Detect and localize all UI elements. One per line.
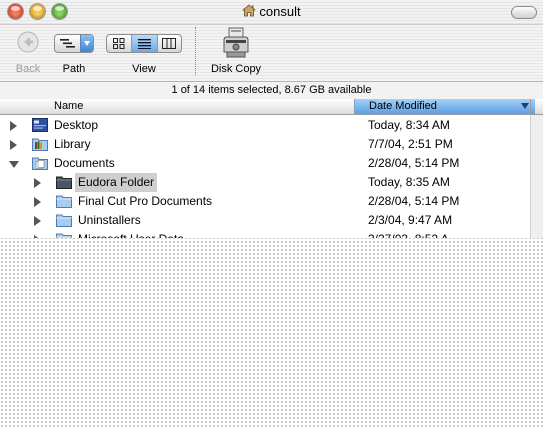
view-control: View bbox=[104, 25, 184, 81]
documents-folder-icon bbox=[32, 157, 48, 170]
disclosure-triangle-icon[interactable] bbox=[10, 121, 17, 131]
finder-window: consult Back Path View Disk Copy 1 of 14… bbox=[0, 0, 543, 238]
file-list: Desktop Today, 8:34 AM Library 7/7/04, 2… bbox=[0, 115, 530, 238]
title-bar[interactable]: consult bbox=[0, 0, 543, 25]
disclosure-triangle-icon[interactable] bbox=[34, 178, 41, 188]
item-date: 3/27/03, 8:52 A bbox=[368, 230, 449, 238]
item-date: 7/7/04, 2:51 PM bbox=[368, 137, 453, 151]
item-name: Microsoft User Data bbox=[78, 230, 184, 238]
back-button[interactable]: Back bbox=[8, 25, 48, 81]
path-popup[interactable] bbox=[54, 34, 94, 53]
column-view-icon bbox=[162, 38, 176, 49]
list-item-final-cut-pro-documents[interactable]: Final Cut Pro Documents 2/28/04, 5:14 PM bbox=[0, 192, 530, 211]
item-name: Uninstallers bbox=[78, 213, 141, 227]
list-item-microsoft-user-data[interactable]: Microsoft User Data 3/27/03, 8:52 A bbox=[0, 230, 530, 238]
disclosure-triangle-icon[interactable] bbox=[34, 235, 41, 238]
column-headers: Name Date Modified bbox=[0, 99, 543, 115]
folder-icon bbox=[56, 195, 72, 208]
back-label: Back bbox=[15, 63, 41, 75]
view-label: View bbox=[132, 63, 156, 75]
status-bar: 1 of 14 items selected, 8.67 GB availabl… bbox=[0, 81, 543, 100]
folder-icon bbox=[56, 233, 72, 238]
folder-icon bbox=[56, 214, 72, 227]
list-item-library[interactable]: Library 7/7/04, 2:51 PM bbox=[0, 135, 530, 154]
list-item-uninstallers[interactable]: Uninstallers 2/3/04, 9:47 AM bbox=[0, 211, 530, 230]
desktop-folder-icon bbox=[32, 118, 48, 132]
list-view-icon bbox=[138, 39, 151, 49]
date-modified-label: Date Modified bbox=[369, 100, 437, 112]
name-column-header[interactable]: Name bbox=[54, 100, 83, 112]
disk-copy-icon bbox=[223, 27, 249, 58]
toolbar: Back Path View Disk Copy bbox=[0, 25, 543, 81]
item-name: Desktop bbox=[54, 118, 99, 132]
vertical-scrollbar[interactable] bbox=[530, 115, 543, 238]
header-divider bbox=[530, 99, 531, 114]
disclosure-triangle-icon[interactable] bbox=[34, 216, 41, 226]
list-item-desktop[interactable]: Desktop Today, 8:34 AM bbox=[0, 116, 530, 135]
disk-copy-button[interactable]: Disk Copy bbox=[204, 25, 268, 81]
list-view-button[interactable] bbox=[131, 35, 158, 52]
item-name: Library bbox=[54, 137, 91, 151]
item-date: 2/28/04, 5:14 PM bbox=[368, 156, 460, 170]
library-folder-icon bbox=[32, 138, 48, 151]
list-item-eudora-folder[interactable]: Eudora Folder Today, 8:35 AM bbox=[0, 173, 530, 192]
back-arrow-icon bbox=[17, 31, 39, 53]
list-item-documents[interactable]: Documents 2/28/04, 5:14 PM bbox=[0, 154, 530, 173]
home-icon bbox=[242, 4, 257, 17]
item-date: 2/28/04, 5:14 PM bbox=[368, 194, 460, 208]
disclosure-triangle-open-icon[interactable] bbox=[9, 161, 19, 168]
window-title-group: consult bbox=[0, 4, 543, 19]
item-name: Documents bbox=[54, 156, 115, 170]
dark-folder-icon bbox=[56, 176, 72, 189]
window-title: consult bbox=[259, 4, 301, 19]
item-date: 2/3/04, 9:47 AM bbox=[368, 213, 453, 227]
icon-view-button[interactable] bbox=[107, 35, 131, 52]
disclosure-triangle-icon[interactable] bbox=[34, 197, 41, 207]
disk-copy-label: Disk Copy bbox=[210, 63, 262, 75]
item-name: Eudora Folder bbox=[75, 173, 158, 192]
date-modified-column-header[interactable]: Date Modified bbox=[354, 99, 535, 114]
item-date: Today, 8:34 AM bbox=[368, 118, 450, 132]
toolbar-divider bbox=[195, 27, 196, 75]
path-label: Path bbox=[62, 63, 86, 75]
path-list-icon bbox=[60, 39, 75, 48]
icon-view-icon bbox=[113, 38, 125, 49]
disclosure-triangle-icon[interactable] bbox=[10, 140, 17, 150]
column-view-button[interactable] bbox=[157, 35, 181, 52]
item-date: Today, 8:35 AM bbox=[368, 175, 450, 189]
item-name: Final Cut Pro Documents bbox=[78, 194, 213, 208]
toolbar-toggle-button[interactable] bbox=[511, 6, 537, 19]
sort-descending-icon bbox=[521, 103, 529, 109]
chevron-down-icon bbox=[80, 35, 93, 52]
path-button[interactable]: Path bbox=[52, 25, 96, 81]
desktop-background bbox=[0, 224, 543, 428]
view-segmented-control bbox=[106, 34, 182, 53]
